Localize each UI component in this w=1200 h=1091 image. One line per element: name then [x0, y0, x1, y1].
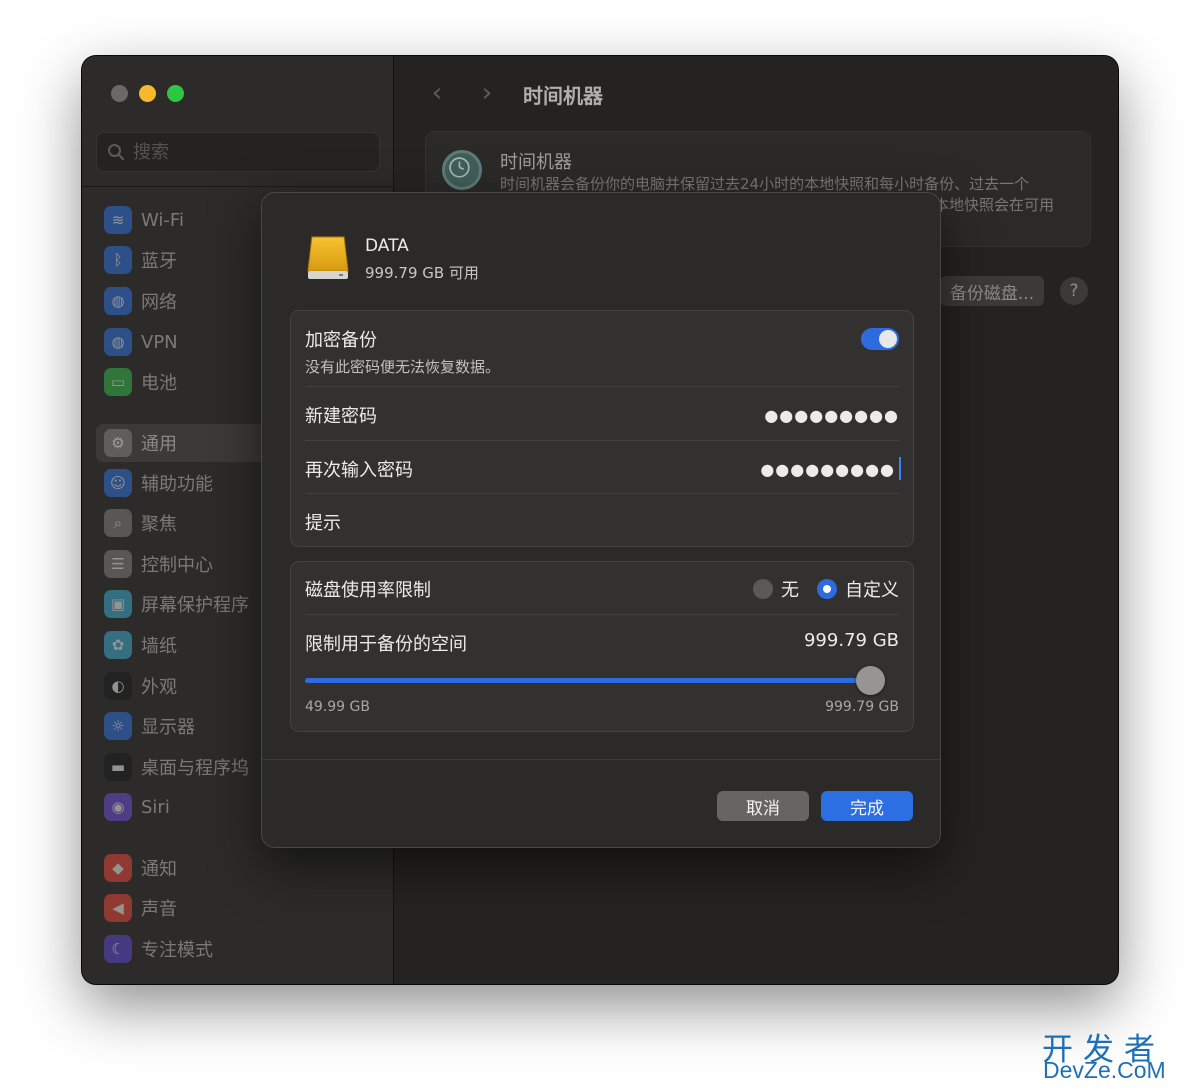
done-button[interactable]: 完成: [821, 791, 913, 821]
encrypt-row: 加密备份 没有此密码便无法恢复数据。: [305, 326, 899, 376]
text-cursor: [899, 457, 901, 480]
page-title: 时间机器: [523, 84, 603, 108]
wifi-icon: ≋: [104, 206, 132, 234]
divider: [262, 759, 940, 760]
divider: [305, 493, 899, 494]
divider: [305, 614, 899, 615]
divider: [305, 386, 899, 387]
limit-space-row: 限制用于备份的空间 999.79 GB: [305, 630, 899, 656]
gear-icon: ⚙: [104, 429, 132, 457]
wallpaper-icon: ✿: [104, 631, 132, 659]
moon-icon: ☾: [104, 935, 132, 963]
sidebar-item-label: 外观: [141, 677, 177, 698]
drive-name: DATA: [365, 236, 409, 256]
time-machine-icon: [442, 150, 482, 190]
card-title: 时间机器: [500, 152, 572, 173]
radio-custom[interactable]: [817, 579, 837, 599]
external-drive-icon: [307, 236, 349, 279]
slider-knob[interactable]: [856, 666, 885, 695]
sidebar-item-label: 电池: [141, 373, 177, 394]
close-window-button[interactable]: [111, 85, 128, 102]
sidebar-item-label: 显示器: [141, 717, 195, 738]
sidebar-item[interactable]: ◀ 声音: [96, 889, 380, 927]
select-backup-disk-button[interactable]: 备份磁盘...: [940, 276, 1044, 306]
slider-min-label: 49.99 GB: [305, 699, 370, 715]
search-input[interactable]: [133, 141, 353, 163]
siri-icon: ◉: [104, 793, 132, 821]
dock-icon: ▬: [104, 753, 132, 781]
globe-icon: ◍: [104, 287, 132, 315]
sidebar-item-label: 通用: [141, 434, 177, 455]
sidebar-item[interactable]: ◆ 通知: [96, 849, 380, 887]
radio-none-label[interactable]: 无: [781, 576, 799, 602]
maximize-window-button[interactable]: [167, 85, 184, 102]
sidebar-item-label: 蓝牙: [141, 251, 177, 272]
disk-limit-group: 磁盘使用率限制 无 自定义 限制用于备份的空间 999.79 GB 49.99 …: [290, 561, 914, 732]
watermark-en: DevZe.CoM: [1043, 1057, 1166, 1083]
limit-slider[interactable]: [305, 666, 885, 695]
spotlight-icon: ⌕: [104, 509, 132, 537]
limit-space-value: 999.79 GB: [803, 630, 899, 651]
sidebar-item-label: 辅助功能: [141, 474, 213, 495]
encrypt-toggle[interactable]: [861, 328, 899, 350]
appearance-icon: ◐: [104, 672, 132, 700]
toggle-knob: [879, 330, 897, 348]
disk-limit-options: 无 自定义: [753, 576, 899, 602]
window-controls: [111, 85, 184, 102]
new-password-field[interactable]: ●●●●●●●●●: [764, 406, 899, 425]
vpn-globe-icon: ◍: [104, 328, 132, 356]
forward-chevron-icon[interactable]: ›: [473, 79, 501, 107]
sidebar-item-label: 网络: [141, 292, 177, 313]
minimize-window-button[interactable]: [139, 85, 156, 102]
slider-fill: [305, 678, 871, 683]
sidebar-item-label: 通知: [141, 859, 177, 880]
slider-max-label: 999.79 GB: [825, 699, 899, 715]
sidebar-item-label: 聚焦: [141, 514, 177, 535]
sidebar-item-label: Wi-Fi: [141, 209, 184, 231]
confirm-password-field[interactable]: ●●●●●●●●●: [760, 460, 895, 479]
new-password-row: 新建密码 ●●●●●●●●●: [305, 402, 899, 428]
search-field[interactable]: [96, 132, 380, 172]
sidebar-item-label: 屏幕保护程序: [141, 595, 249, 616]
backup-options-sheet: DATA 999.79 GB 可用 加密备份 没有此密码便无法恢复数据。 新建密…: [261, 192, 941, 848]
drive-free-space: 999.79 GB 可用: [365, 264, 479, 282]
disk-limit-row: 磁盘使用率限制 无 自定义: [305, 576, 899, 602]
radio-custom-label[interactable]: 自定义: [845, 576, 899, 602]
encrypt-sublabel: 没有此密码便无法恢复数据。: [305, 358, 501, 376]
sidebar-item-label: VPN: [141, 331, 178, 353]
encrypt-label: 加密备份: [305, 330, 377, 351]
sidebar-item[interactable]: ☾ 专注模式: [96, 930, 380, 968]
help-button[interactable]: ?: [1060, 277, 1088, 305]
divider: [82, 186, 394, 187]
divider: [305, 440, 899, 441]
hint-label: 提示: [305, 513, 341, 534]
search-icon: [108, 144, 124, 160]
sound-icon: ◀: [104, 894, 132, 922]
encryption-group: 加密备份 没有此密码便无法恢复数据。 新建密码 ●●●●●●●●● 再次输入密码…: [290, 310, 914, 547]
sidebar-item-label: 桌面与程序坞: [141, 758, 249, 779]
control-center-icon: ☰: [104, 550, 132, 578]
sidebar-item-label: 墙纸: [141, 636, 177, 657]
battery-icon: ▭: [104, 368, 132, 396]
hint-row[interactable]: 提示: [305, 509, 899, 535]
notification-icon: ◆: [104, 854, 132, 882]
sidebar-item-label: 声音: [141, 899, 177, 920]
sidebar-item-label: 专注模式: [141, 940, 213, 961]
sidebar-item-label: 控制中心: [141, 555, 213, 576]
radio-none[interactable]: [753, 579, 773, 599]
sidebar-item-label: Siri: [141, 796, 170, 818]
bluetooth-icon: ᛒ: [104, 246, 132, 274]
display-icon: ☼: [104, 712, 132, 740]
confirm-password-row: 再次输入密码 ●●●●●●●●●: [305, 456, 901, 482]
back-chevron-icon[interactable]: ‹: [423, 79, 451, 107]
cancel-button[interactable]: 取消: [717, 791, 809, 821]
accessibility-icon: ☺: [104, 469, 132, 497]
screensaver-icon: ▣: [104, 590, 132, 618]
